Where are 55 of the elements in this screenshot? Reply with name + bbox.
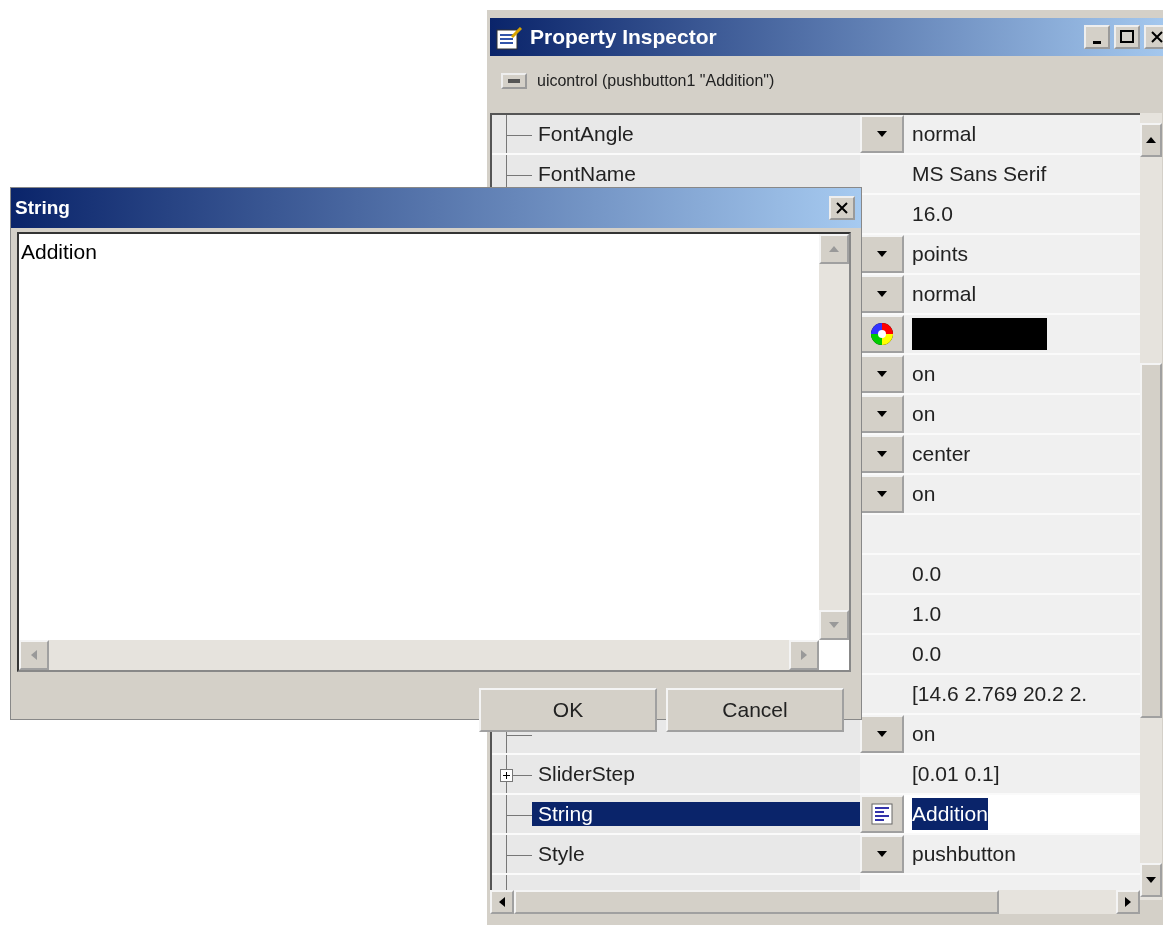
cancel-button[interactable]: Cancel — [666, 688, 844, 732]
dropdown-button[interactable] — [860, 235, 904, 273]
property-name[interactable]: FontName — [532, 162, 643, 186]
maximize-button[interactable] — [1114, 25, 1140, 49]
close-icon — [835, 201, 849, 215]
close-button[interactable] — [829, 196, 855, 220]
property-value: 16.0 — [912, 201, 953, 228]
property-value: 0.0 — [912, 641, 942, 668]
dropdown-button[interactable] — [860, 395, 904, 433]
dropdown-button[interactable] — [860, 355, 904, 393]
dropdown-button[interactable] — [860, 275, 904, 313]
dropdown-button[interactable] — [860, 715, 904, 753]
scroll-right-button[interactable] — [1116, 890, 1140, 914]
object-label: uicontrol (pushbutton1 "Addition") — [537, 71, 775, 91]
property-value: normal — [912, 121, 977, 148]
dialog-title: String — [15, 195, 70, 220]
property-name[interactable]: Style — [532, 842, 591, 866]
property-value: 1.0 — [912, 601, 942, 628]
scroll-left-button[interactable] — [490, 890, 514, 914]
property-value: on — [912, 401, 936, 428]
property-value: MS Sans Serif — [912, 161, 1047, 188]
dropdown-button[interactable] — [860, 475, 904, 513]
property-value: normal — [912, 281, 977, 308]
scroll-up-button[interactable] — [1140, 123, 1162, 157]
scroll-down-button[interactable] — [1140, 863, 1162, 897]
dropdown-button[interactable] — [860, 435, 904, 473]
minimize-icon — [1093, 40, 1101, 44]
property-value: on — [912, 481, 936, 508]
pushbutton-icon — [501, 73, 527, 89]
property-name[interactable]: SliderStep — [532, 762, 641, 786]
close-icon — [1150, 30, 1163, 44]
color-wheel-icon — [869, 321, 895, 347]
text-editor-button[interactable] — [860, 795, 904, 833]
minimize-button[interactable] — [1084, 25, 1110, 49]
property-value: center — [912, 441, 971, 468]
expand-icon[interactable] — [500, 769, 513, 782]
property-value: [0.01 0.1] — [912, 761, 1000, 788]
close-button[interactable] — [1144, 25, 1163, 49]
scrollbar-thumb[interactable] — [514, 890, 999, 914]
ok-button[interactable]: OK — [479, 688, 657, 732]
property-value: on — [912, 721, 936, 748]
property-value: pushbutton — [912, 841, 1016, 868]
scrollbar-thumb[interactable] — [1140, 363, 1162, 718]
property-value: on — [912, 361, 936, 388]
dropdown-button[interactable] — [860, 115, 904, 153]
property-name[interactable]: String — [532, 802, 860, 826]
maximize-icon — [1120, 30, 1134, 44]
property-name[interactable]: FontAngle — [532, 122, 640, 146]
property-value: points — [912, 241, 969, 268]
text-lines-icon — [870, 802, 894, 826]
property-value[interactable]: Addition — [912, 798, 988, 830]
property-value: [14.6 2.769 20.2 2. — [912, 681, 1088, 708]
property-value: 0.0 — [912, 561, 942, 588]
color-picker-button[interactable] — [860, 315, 904, 353]
window-title: Property Inspector — [530, 24, 717, 51]
